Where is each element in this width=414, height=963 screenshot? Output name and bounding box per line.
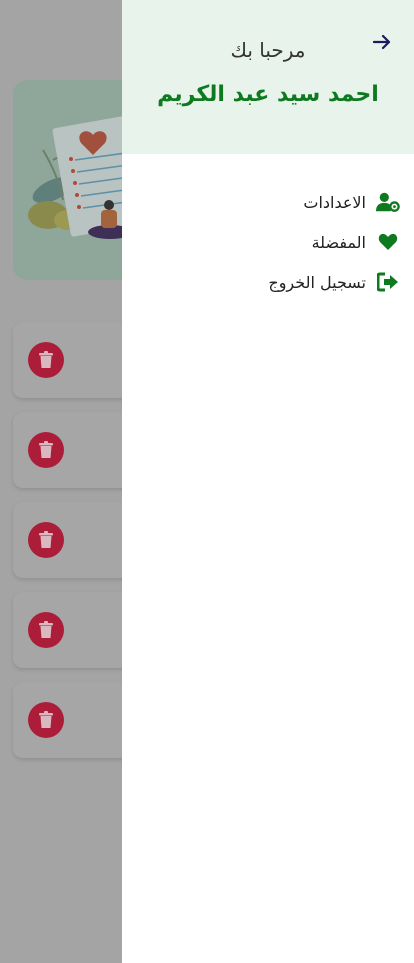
navigation-drawer: مرحبا بك احمد سيد عبد الكريم الاعدادات ا…	[122, 0, 414, 963]
menu-item-label: تسجيل الخروج	[268, 272, 366, 292]
menu-item-logout[interactable]: تسجيل الخروج	[122, 262, 414, 302]
trash-icon	[39, 711, 53, 728]
sign-out-icon	[376, 270, 400, 294]
drawer-menu: الاعدادات المفضلة تسجيل الخروج	[122, 182, 414, 302]
delete-button[interactable]	[28, 522, 64, 558]
menu-item-settings[interactable]: الاعدادات	[122, 182, 414, 222]
user-gear-icon	[376, 190, 400, 214]
trash-icon	[39, 531, 53, 548]
welcome-text: مرحبا بك	[230, 38, 306, 62]
menu-item-label: المفضلة	[311, 232, 366, 252]
user-name: احمد سيد عبد الكريم	[157, 82, 379, 107]
delete-button[interactable]	[28, 432, 64, 468]
delete-button[interactable]	[28, 612, 64, 648]
delete-button[interactable]	[28, 342, 64, 378]
delete-button[interactable]	[28, 702, 64, 738]
trash-icon	[39, 441, 53, 458]
trash-icon	[39, 351, 53, 368]
trash-icon	[39, 621, 53, 638]
heart-icon	[376, 230, 400, 254]
menu-item-label: الاعدادات	[303, 192, 366, 212]
drawer-header: مرحبا بك احمد سيد عبد الكريم	[122, 0, 414, 154]
menu-item-favorites[interactable]: المفضلة	[122, 222, 414, 262]
